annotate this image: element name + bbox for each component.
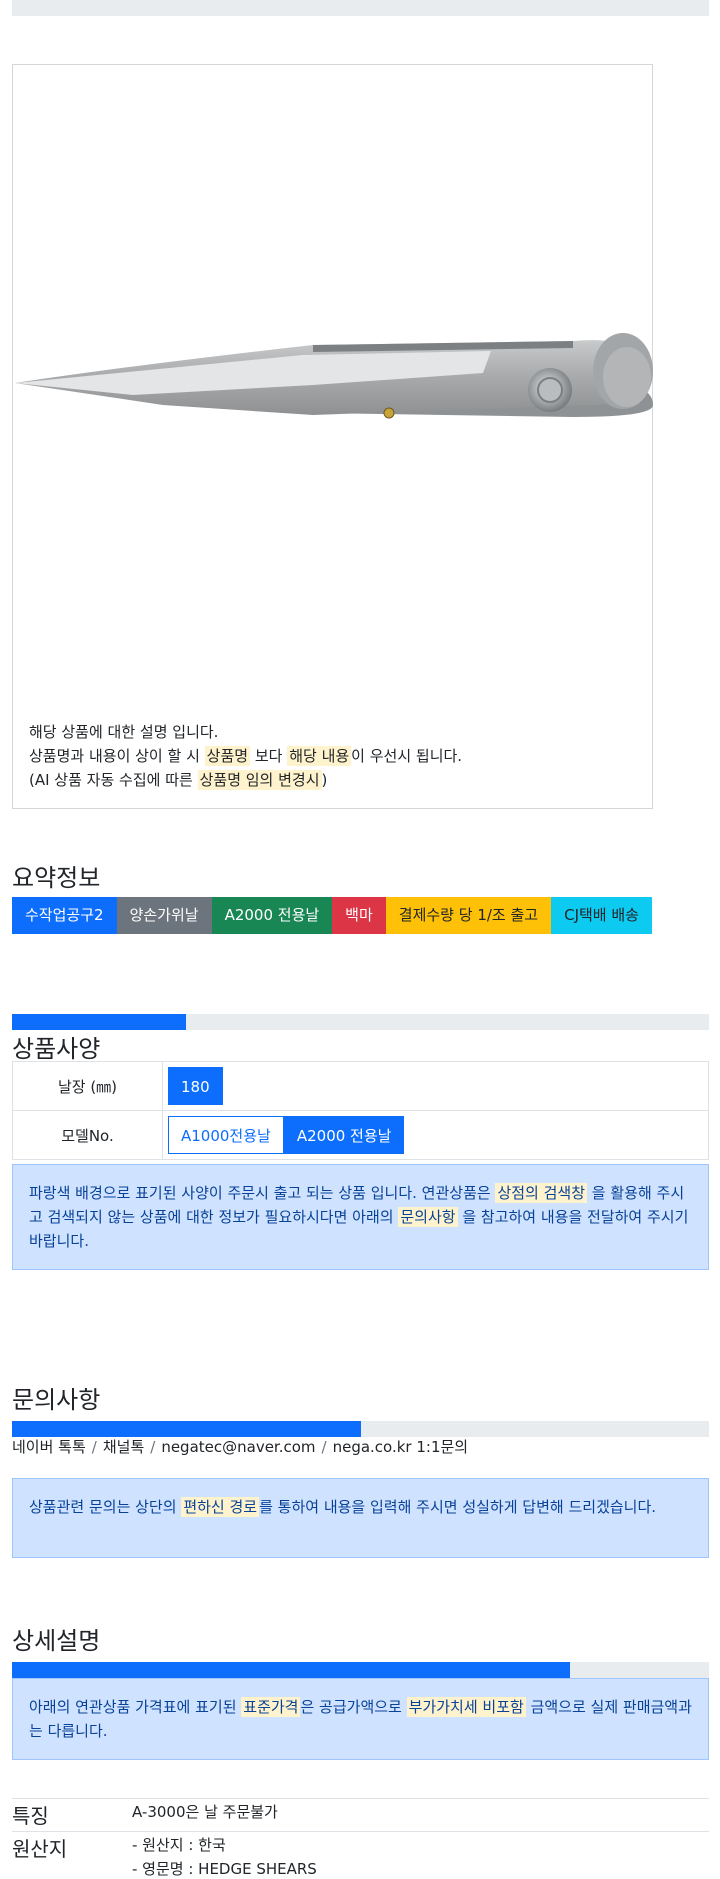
highlight-name-change: 상품명 임의 변경시 [197, 770, 322, 790]
desc-line-3: (AI 상품 자동 수집에 따른 상품명 임의 변경시) [29, 768, 462, 792]
feature-line: - 원산지 : 한국 [132, 1836, 226, 1854]
feature-line: - 영문명 : HEDGE SHEARS [132, 1860, 317, 1878]
tag-quantity: 결제수량 당 1/조 출고 [385, 897, 552, 934]
option-180[interactable]: 180 [168, 1067, 223, 1105]
spec-progress-fill [12, 1014, 187, 1030]
spec-title: 상품사양 [12, 1035, 101, 1063]
feature-row: 원산지 - 원산지 : 한국 - 영문명 : HEDGE SHEARS [12, 1831, 709, 1879]
highlight-route: 편하신 경로 [181, 1497, 260, 1517]
highlight-vat-excluded: 부가가치세 비포함 [406, 1697, 526, 1717]
spec-row: 날장 (㎜) 180 [12, 1061, 709, 1111]
summary-title: 요약정보 [12, 864, 101, 892]
detail-progress [12, 1662, 709, 1678]
contact-naver-talk[interactable]: 네이버 톡톡 [12, 1438, 86, 1456]
highlight-inquiry: 문의사항 [398, 1207, 458, 1227]
highlight-standard-price: 표준가격 [241, 1697, 301, 1717]
product-description: 해당 상품에 대한 설명 입니다. 상품명과 내용이 상이 할 시 상품명 보다… [29, 720, 462, 792]
separator: / [321, 1438, 327, 1456]
tag-brand: 백마 [332, 897, 386, 934]
inquiry-title: 문의사항 [12, 1386, 101, 1414]
feature-value: A-3000은 날 주문불가 [132, 1799, 278, 1831]
spec-table: 날장 (㎜) 180 모델No. A1000전용날 A2000 전용날 [12, 1061, 709, 1160]
contact-email[interactable]: negatec@naver.com [161, 1438, 315, 1456]
summary-tags: 수작업공구2 양손가위날 A2000 전용날 백마 결제수량 당 1/조 출고 … [12, 897, 652, 934]
feature-line: A-3000은 날 주문불가 [132, 1803, 278, 1821]
note-text: 은 공급가액으로 [300, 1698, 407, 1716]
tag-compat: A2000 전용날 [211, 897, 333, 934]
tag-category: 수작업공구2 [12, 897, 117, 934]
contact-list: 네이버 톡톡 / 채널톡 / negatec@naver.com / nega.co.kr … [12, 1436, 468, 1457]
tag-type: 양손가위날 [116, 897, 212, 934]
desc-text: (AI 상품 자동 수집에 따른 [29, 771, 198, 789]
feature-label: 특징 [12, 1804, 49, 1828]
inquiry-note: 상품관련 문의는 상단의 편하신 경로 를 통하여 내용을 입력해 주시면 성실하… [12, 1478, 709, 1558]
spec-note: 파랑색 배경으로 표기된 사양이 주문시 출고 되는 상품 입니다. 연관상품은… [12, 1164, 709, 1270]
feature-table: 특징 A-3000은 날 주문불가 원산지 - 원산지 : 한국 - 영문명 :… [12, 1798, 709, 1879]
product-image-card: 해당 상품에 대한 설명 입니다. 상품명과 내용이 상이 할 시 상품명 보다… [12, 64, 653, 809]
desc-text: 보다 [250, 747, 288, 765]
desc-text: 상품명과 내용이 상이 할 시 [29, 747, 205, 765]
highlight-search: 상점의 검색창 [495, 1183, 588, 1203]
tag-shipping: CJ택배 배송 [551, 897, 652, 934]
note-text: 파랑색 배경으로 표기된 사양이 주문시 출고 되는 상품 입니다. 연관상품은 [29, 1184, 496, 1202]
spec-label: 날장 (㎜) [12, 1061, 163, 1111]
inquiry-progress-fill [12, 1421, 361, 1437]
spec-label: 모델No. [12, 1110, 163, 1160]
feature-label: 원산지 [12, 1837, 68, 1861]
note-text: 상품관련 문의는 상단의 [29, 1498, 182, 1516]
highlight-content: 해당 내용 [287, 746, 352, 766]
product-image [15, 333, 653, 419]
spec-values: 180 [162, 1061, 709, 1111]
detail-note: 아래의 연관상품 가격표에 표기된 표준가격 은 공급가액으로 부가가치세 비포함… [12, 1678, 709, 1760]
top-progress-bar [12, 0, 709, 16]
note-text: 아래의 연관상품 가격표에 표기된 [29, 1698, 242, 1716]
option-a2000[interactable]: A2000 전용날 [283, 1116, 405, 1154]
feature-value: - 원산지 : 한국 - 영문명 : HEDGE SHEARS [132, 1832, 317, 1879]
highlight-product-name: 상품명 [204, 746, 251, 766]
desc-text: 이 우선시 됩니다. [351, 747, 463, 765]
desc-line-2: 상품명과 내용이 상이 할 시 상품명 보다 해당 내용 이 우선시 됩니다. [29, 744, 462, 768]
contact-channel-talk[interactable]: 채널톡 [103, 1438, 144, 1456]
contact-site-inquiry[interactable]: nega.co.kr 1:1문의 [333, 1438, 469, 1456]
feature-row: 특징 A-3000은 날 주문불가 [12, 1798, 709, 1831]
note-text: 를 통하여 내용을 입력해 주시면 성실하게 답변해 드리겠습니다. [259, 1498, 657, 1516]
separator: / [150, 1438, 156, 1456]
detail-progress-fill [12, 1662, 570, 1678]
detail-title: 상세설명 [12, 1627, 101, 1655]
desc-line-1: 해당 상품에 대한 설명 입니다. [29, 723, 219, 741]
desc-text: ) [321, 771, 328, 789]
option-a1000[interactable]: A1000전용날 [168, 1116, 284, 1154]
spec-values: A1000전용날 A2000 전용날 [162, 1110, 709, 1160]
separator: / [91, 1438, 97, 1456]
spec-progress [12, 1014, 709, 1030]
spec-row: 모델No. A1000전용날 A2000 전용날 [12, 1110, 709, 1160]
inquiry-progress [12, 1421, 709, 1437]
